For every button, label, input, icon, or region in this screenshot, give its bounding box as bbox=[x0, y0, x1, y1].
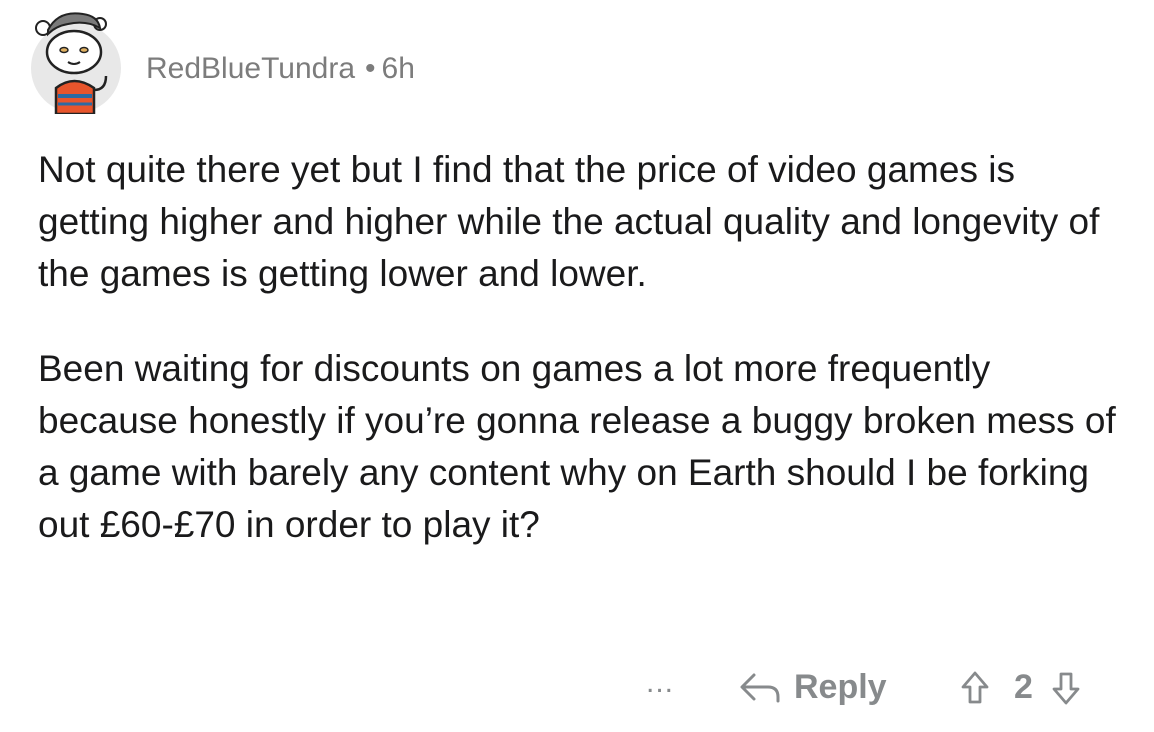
comment-meta: RedBlueTundra • 6h bbox=[146, 52, 415, 86]
comment-age: 6h bbox=[381, 52, 415, 85]
vote-controls: 2 bbox=[960, 668, 1081, 707]
user-avatar[interactable] bbox=[28, 10, 124, 116]
comment-paragraph: Not quite there yet but I find that the … bbox=[38, 149, 1100, 294]
snoo-avatar-icon bbox=[31, 12, 121, 116]
reply-button[interactable]: Reply bbox=[738, 668, 887, 707]
downvote-arrow-icon[interactable] bbox=[1051, 670, 1081, 706]
upvote-arrow-icon[interactable] bbox=[960, 670, 990, 706]
comment: RedBlueTundra • 6h Not quite there yet but… bbox=[0, 0, 1154, 732]
more-options-button[interactable]: ... bbox=[646, 666, 674, 700]
reply-label: Reply bbox=[794, 668, 887, 706]
username[interactable]: RedBlueTundra bbox=[146, 52, 355, 85]
meta-separator: • bbox=[365, 52, 376, 85]
vote-score: 2 bbox=[1014, 668, 1033, 706]
reply-arrow-icon bbox=[740, 673, 780, 702]
comment-actions: ... Reply 2 bbox=[0, 664, 1154, 716]
comment-body: Not quite there yet but I find that the … bbox=[38, 144, 1128, 594]
comment-paragraph: Been waiting for discounts on games a lo… bbox=[38, 348, 1116, 545]
